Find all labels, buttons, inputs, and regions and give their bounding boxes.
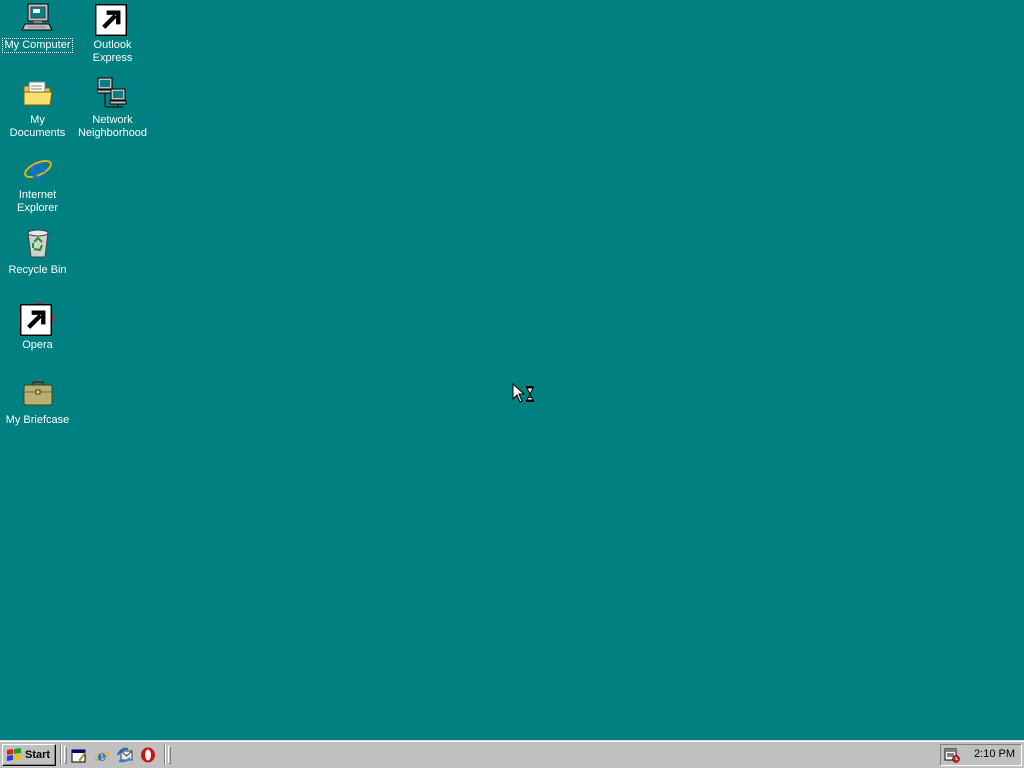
task-area-grip[interactable] bbox=[168, 746, 171, 764]
outlook-express-icon bbox=[94, 2, 129, 36]
recycle-bin-icon bbox=[22, 227, 54, 259]
show-desktop-icon[interactable] bbox=[71, 747, 87, 763]
taskbar-clock[interactable]: 2:10 PM bbox=[974, 748, 1015, 760]
opera-desktop-icon[interactable]: Opera bbox=[0, 302, 75, 353]
outlook-express-desktop-icon[interactable]: Outlook Express bbox=[75, 2, 150, 66]
windows-logo-icon bbox=[7, 748, 21, 761]
svg-text:e: e bbox=[98, 749, 107, 763]
internet-explorer-label: Internet Explorer bbox=[17, 189, 58, 214]
outlook-express-label: Outlook Express bbox=[92, 39, 133, 64]
my-computer-desktop-icon[interactable]: My Computer bbox=[0, 2, 75, 53]
shortcut-arrow-icon bbox=[19, 304, 52, 336]
opera-icon bbox=[19, 302, 54, 336]
briefcase-icon bbox=[22, 377, 54, 409]
shortcut-arrow-icon bbox=[94, 4, 127, 36]
start-button[interactable]: Start bbox=[2, 744, 56, 766]
computer-icon bbox=[21, 2, 54, 34]
network-neighborhood-label: Network Neighborhood bbox=[77, 114, 148, 139]
my-computer-label: My Computer bbox=[2, 38, 73, 53]
recycle-bin-desktop-icon[interactable]: Recycle Bin bbox=[0, 227, 75, 278]
svg-text:e: e bbox=[29, 155, 46, 184]
my-briefcase-label: My Briefcase bbox=[5, 414, 70, 426]
my-briefcase-desktop-icon[interactable]: My Briefcase bbox=[0, 377, 75, 428]
my-documents-desktop-icon[interactable]: My Documents bbox=[0, 77, 75, 141]
folder-documents-icon bbox=[22, 77, 54, 109]
quick-launch-grip[interactable] bbox=[64, 746, 67, 764]
my-documents-label: My Documents bbox=[9, 114, 66, 139]
taskbar-separator bbox=[164, 745, 166, 765]
outlook-express-quick-icon[interactable] bbox=[117, 747, 133, 763]
recycle-bin-label: Recycle Bin bbox=[8, 264, 67, 276]
task-scheduler-icon[interactable] bbox=[944, 747, 960, 763]
opera-label: Opera bbox=[22, 339, 53, 351]
internet-explorer-desktop-icon[interactable]: e Internet Explorer bbox=[0, 152, 75, 216]
opera-quick-icon[interactable] bbox=[140, 747, 156, 763]
desktop[interactable]: My Computer Outlook Express My Documents… bbox=[0, 0, 1024, 740]
network-computers-icon bbox=[96, 77, 129, 109]
taskbar-separator bbox=[60, 745, 62, 765]
system-tray: 2:10 PM bbox=[940, 744, 1022, 766]
busy-cursor-icon bbox=[512, 382, 536, 405]
network-neighborhood-desktop-icon[interactable]: Network Neighborhood bbox=[75, 77, 150, 141]
taskbar: Start e 2:10 PM bbox=[0, 740, 1024, 768]
start-label: Start bbox=[25, 749, 51, 761]
internet-explorer-icon: e bbox=[22, 152, 54, 184]
internet-explorer-quick-icon[interactable]: e bbox=[94, 747, 110, 763]
